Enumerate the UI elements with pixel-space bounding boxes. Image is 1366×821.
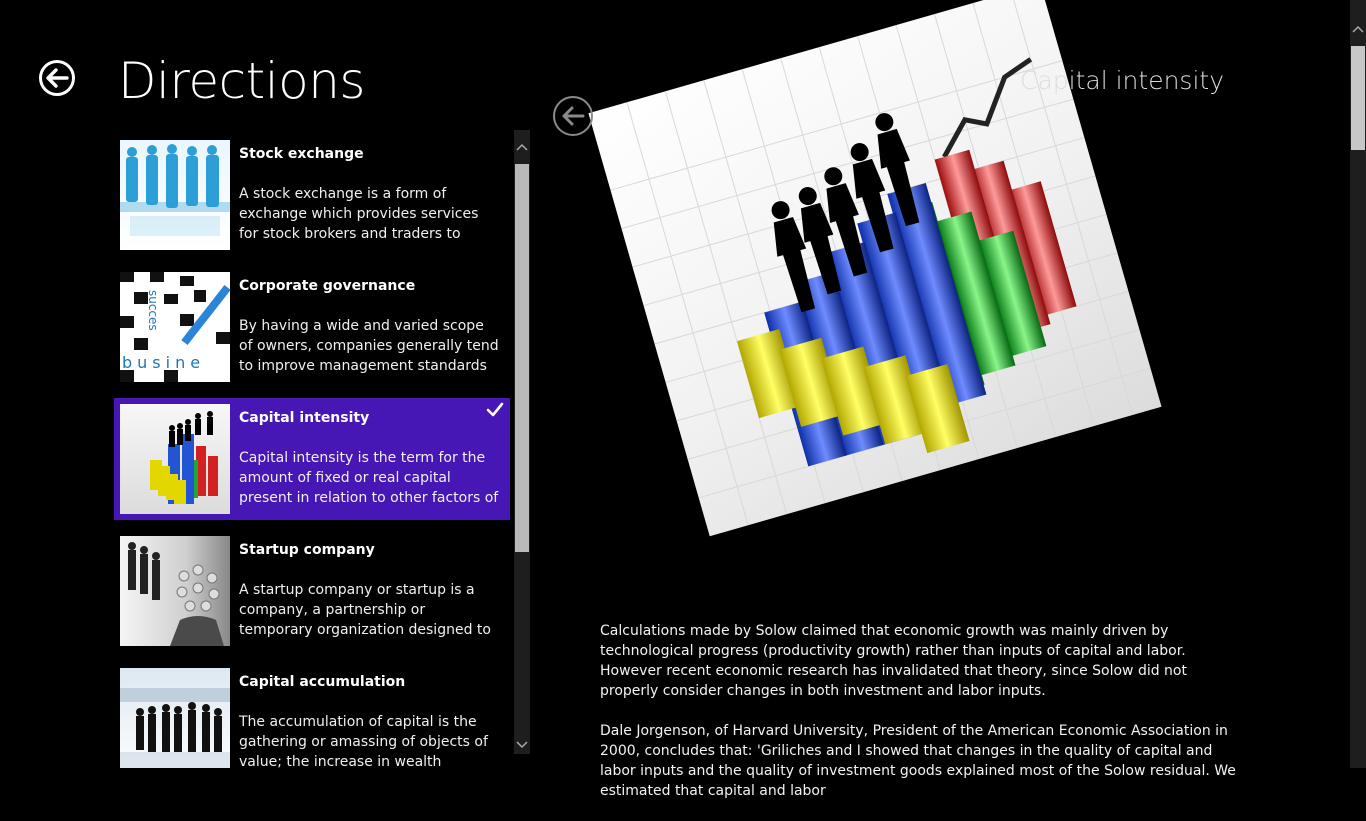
item-title: Startup company (239, 542, 375, 558)
scroll-up-arrow-icon[interactable] (1350, 14, 1366, 44)
back-arrow-icon (562, 106, 585, 126)
item-description: By having a wide and varied scope of own… (239, 318, 499, 374)
thumbnail-image (120, 404, 230, 514)
thumbnail-image (120, 536, 230, 646)
checkmark-icon (486, 402, 504, 417)
detail-title: Capital intensity (1020, 66, 1224, 95)
item-description: Capital intensity is the term for the am… (239, 450, 499, 506)
list-item-startup-company[interactable]: Startup company A startup company or sta… (114, 530, 510, 652)
thumbnail-image (120, 668, 230, 768)
scrollbar-thumb[interactable] (515, 164, 529, 552)
item-title: Stock exchange (239, 146, 364, 162)
back-arrow-icon (46, 68, 69, 88)
thumbnail-image (120, 140, 230, 250)
list-item-capital-accumulation[interactable]: Capital accumulation The accumulation of… (114, 662, 510, 768)
list-item-capital-intensity[interactable]: Capital intensity Capital intensity is t… (114, 398, 510, 520)
scroll-up-arrow-icon[interactable] (514, 130, 530, 164)
detail-back-button[interactable] (553, 96, 593, 136)
thumb-word-across: busine (122, 353, 205, 372)
page-scrollbar[interactable] (1350, 0, 1366, 768)
item-title: Corporate governance (239, 278, 416, 294)
thumbnail-image: succes busine (120, 272, 230, 382)
list-item-corporate-governance[interactable]: succes busine Corporate governance By ha… (114, 266, 510, 388)
page-title: Directions (118, 52, 365, 110)
list-scrollbar[interactable] (514, 130, 530, 754)
item-description: A startup company or startup is a compan… (239, 582, 491, 638)
back-button[interactable] (39, 60, 75, 96)
item-description: The accumulation of capital is the gathe… (239, 714, 488, 768)
list-item-stock-exchange[interactable]: Stock exchange A stock exchange is a for… (114, 134, 510, 256)
detail-paragraph: Dale Jorgenson, of Harvard University, P… (600, 723, 1236, 799)
thumb-word-down: succes (146, 290, 160, 331)
item-title: Capital accumulation (239, 674, 406, 690)
item-title: Capital intensity (239, 410, 370, 426)
scroll-down-arrow-icon[interactable] (514, 728, 530, 762)
detail-paragraph: Calculations made by Solow claimed that … (600, 623, 1187, 699)
directions-list: Stock exchange A stock exchange is a for… (114, 134, 510, 768)
item-description: A stock exchange is a form of exchange w… (239, 186, 479, 242)
scrollbar-thumb[interactable] (1351, 46, 1365, 150)
detail-body: Calculations made by Solow claimed that … (600, 621, 1240, 821)
